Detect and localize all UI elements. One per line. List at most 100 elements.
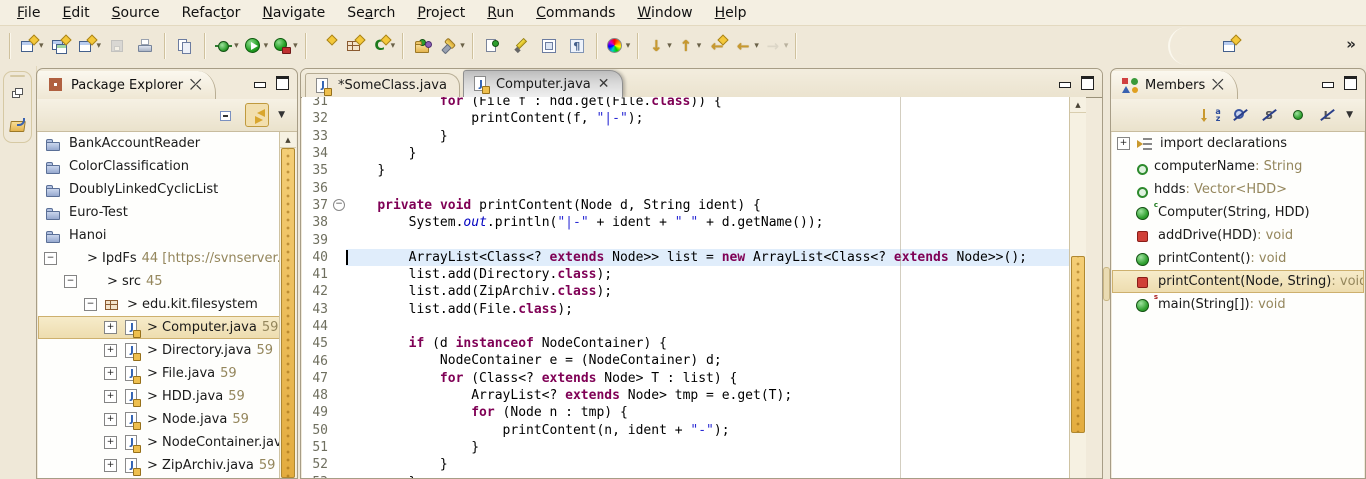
hide-local-types-button[interactable]: L [1317,105,1337,125]
link-with-editor-button[interactable] [245,103,269,127]
code-line-41[interactable]: 41 list.add(Directory.class); [302,266,1069,283]
tab-members[interactable]: Members ⤫ [1112,71,1238,99]
view-menu-icon[interactable]: ▼ [278,110,285,120]
collapse-all-button[interactable] [216,105,236,125]
tree-item[interactable]: −> src45 [38,270,296,293]
tree-item[interactable]: ColorClassification [38,155,296,178]
show-whitespace-button[interactable]: ¶ [563,33,591,59]
color-wheel-button[interactable]: ▾ [603,33,633,59]
expander-icon[interactable]: − [44,252,57,265]
code-text[interactable]: } [346,145,1069,162]
scroll-up-icon[interactable]: ▲ [280,132,296,148]
tree-item[interactable]: Hanoi [38,224,296,247]
expander-icon[interactable]: + [1117,137,1130,150]
menu-help[interactable]: Help [704,3,758,23]
show-source-button[interactable] [535,33,563,59]
restore-view-button[interactable] [4,81,32,107]
expander-icon[interactable]: + [104,413,117,426]
code-text[interactable]: NodeContainer e = (NodeContainer) d; [346,352,1069,369]
drag-handle[interactable] [10,75,25,77]
dropdown-arrow-icon[interactable]: ▾ [293,41,298,51]
code-text[interactable]: printContent(n, ident + "-"); [346,422,1069,439]
back-button[interactable]: ←▾ [731,33,761,59]
scrollbar-thumb[interactable] [1071,256,1085,433]
code-line-37[interactable]: 37− private void printContent(Node d, St… [302,197,1069,214]
dropdown-arrow-icon[interactable]: ▾ [460,41,465,51]
code-line-50[interactable]: 50 printContent(n, ident + "-"); [302,422,1069,439]
hide-static-button[interactable]: S [1259,105,1279,125]
prev-annotation-button[interactable]: ↑▾ [674,33,704,59]
code-line-35[interactable]: 35 } [302,162,1069,179]
sash-grip[interactable] [1103,267,1110,301]
code-line-45[interactable]: 45 if (d instanceof NodeContainer) { [302,335,1069,352]
dropdown-arrow-icon[interactable]: ▾ [626,41,631,51]
close-icon[interactable]: ⤫ [190,77,201,93]
new-package-button[interactable] [340,33,368,59]
code-text[interactable]: } [346,128,1069,145]
tree-item[interactable]: +J> Node.java59 [38,408,296,431]
code-text[interactable]: printContent(f, "|-"); [346,110,1069,127]
expander-icon[interactable]: + [104,344,117,357]
hide-fields-button[interactable] [1230,105,1250,125]
code-text[interactable]: for (Class<? extends Node> T : list) { [346,370,1069,387]
tree-item[interactable]: DoublyLinkedCyclicList [38,178,296,201]
close-icon[interactable]: ✕ [598,76,610,92]
menu-project[interactable]: Project [406,3,476,23]
code-line-31[interactable]: 31 for (File f : hdd.get(File.class)) { [302,97,1069,110]
tree-item[interactable]: −> edu.kit.filesystem [38,293,296,316]
new-java-project-button[interactable] [312,33,340,59]
tab-package-explorer[interactable]: Package Explorer ⤫ [38,71,216,99]
code-line-36[interactable]: 36 [302,179,1069,196]
maximize-button[interactable] [1344,76,1357,90]
code-line-33[interactable]: 33 } [302,128,1069,145]
tree-item-selected[interactable]: +J> Computer.java59 [38,316,296,339]
code-line-39[interactable]: 39 [302,231,1069,248]
code-text[interactable]: list.add(File.class); [346,301,1069,318]
code-line-40[interactable]: 40 ArrayList<Class<? extends Node>> list… [302,249,1069,266]
member-item[interactable]: cComputer(String, HDD) [1112,201,1364,224]
code-text[interactable] [346,179,1069,196]
run-button[interactable]: ▾ [241,33,271,59]
external-tools-button[interactable]: ▾ [270,33,300,59]
member-item[interactable]: computerName : String [1112,155,1364,178]
code-line-32[interactable]: 32 printContent(f, "|-"); [302,110,1069,127]
code-text[interactable]: } [346,456,1069,473]
menu-file[interactable]: File [6,3,51,23]
dropdown-arrow-icon[interactable]: ▾ [234,41,239,51]
tree-item[interactable]: BankAccountReader [38,132,296,155]
sort-button[interactable]: az [1201,105,1221,125]
code-line-38[interactable]: 38 System.out.println("|-" + ident + " "… [302,214,1069,231]
dropdown-arrow-icon[interactable]: ▾ [97,41,102,51]
new-wizard-button[interactable]: ▾ [16,33,46,59]
fold-collapse-icon[interactable]: − [333,199,345,211]
code-line-43[interactable]: 43 list.add(File.class); [302,301,1069,318]
code-line-42[interactable]: 42 list.add(ZipArchiv.class); [302,283,1069,300]
menu-edit[interactable]: Edit [51,3,100,23]
code-text[interactable]: for (Node n : tmp) { [346,404,1069,421]
code-line-52[interactable]: 52 } [302,456,1069,473]
package-explorer-scrollbar[interactable]: ▲ [279,132,296,478]
dropdown-arrow-icon[interactable]: ▾ [39,41,44,51]
member-item[interactable]: printContent() : void [1112,247,1364,270]
copy-pages-button[interactable] [171,33,199,59]
maximize-button[interactable] [276,76,289,90]
code-line-49[interactable]: 49 for (Node n : tmp) { [302,404,1069,421]
tree-item[interactable]: +J> ZipArchiv.java59 [38,454,296,477]
editor-tab-computerjava[interactable]: JComputer.java✕ [463,70,623,97]
code-line-34[interactable]: 34 } [302,145,1069,162]
view-menu-button[interactable]: ▼ [1346,110,1353,120]
code-text[interactable]: ArrayList<Class<? extends Node>> list = … [346,249,1069,266]
scroll-up-icon[interactable]: ▲ [1070,97,1086,113]
dropdown-arrow-icon[interactable]: ▾ [697,41,702,51]
expander-icon[interactable]: + [104,436,117,449]
code-text[interactable]: } [346,474,1069,478]
tree-item[interactable]: +J> Directory.java59 [38,339,296,362]
expander-icon[interactable]: − [84,298,97,311]
code-text[interactable]: ArrayList<? extends Node> tmp = e.get(T)… [346,387,1069,404]
open-view-button[interactable] [4,112,32,138]
code-text[interactable]: } [346,162,1069,179]
tree-item[interactable]: −> IpdFs44 [https://svnserver.i [38,247,296,270]
tree-item[interactable]: +J> File.java59 [38,362,296,385]
member-item[interactable]: +import declarations [1112,132,1364,155]
member-item[interactable]: smain(String[]) : void [1112,293,1364,316]
